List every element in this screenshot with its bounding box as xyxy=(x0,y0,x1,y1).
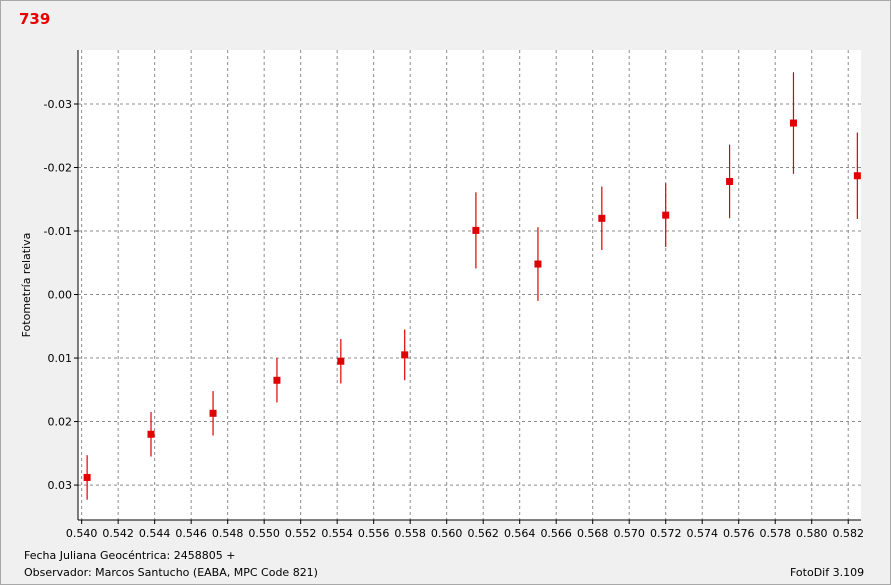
y-tick-label: -0.01 xyxy=(44,225,72,238)
x-tick-label: 0.564 xyxy=(504,527,536,540)
data-point xyxy=(853,172,861,180)
data-point xyxy=(472,226,480,234)
x-tick-label: 0.566 xyxy=(540,527,572,540)
x-tick-label: 0.558 xyxy=(394,527,426,540)
data-point xyxy=(789,119,797,127)
x-tick-label: 0.550 xyxy=(248,527,280,540)
y-tick-label: 0.03 xyxy=(48,479,73,492)
chart-svg: 0.540 0.542 0.544 0.546 0.548 0.550 0.552 0.554… xyxy=(20,50,864,540)
x-tick-label: 0.554 xyxy=(321,527,353,540)
software-label: FotoDif 3.109 xyxy=(790,566,865,579)
x-tick-label: 0.582 xyxy=(832,527,864,540)
y-tick-label: -0.03 xyxy=(44,98,72,111)
y-tick-label: 0.00 xyxy=(48,289,73,302)
data-point xyxy=(273,376,281,384)
x-tick-label: 0.568 xyxy=(577,527,609,540)
x-tick-label: 0.576 xyxy=(723,527,755,540)
y-ticks: -0.03 -0.02 -0.01 0.00 0.01 0.02 0.03 xyxy=(44,98,78,492)
y-tick-label: 0.02 xyxy=(48,416,73,429)
x-tick-label: 0.544 xyxy=(139,527,171,540)
x-tick-label: 0.578 xyxy=(759,527,791,540)
data-point xyxy=(401,351,409,359)
data-point xyxy=(662,211,670,219)
x-ticks: 0.540 0.542 0.544 0.546 0.548 0.550 0.552 0.554… xyxy=(66,520,864,540)
data-point xyxy=(147,430,155,438)
x-tick-label: 0.574 xyxy=(686,527,718,540)
x-axis-label: Fecha Juliana Geocéntrica: 2458805 + xyxy=(24,549,236,562)
data-point xyxy=(337,357,345,365)
x-tick-label: 0.580 xyxy=(796,527,828,540)
x-tick-label: 0.556 xyxy=(358,527,390,540)
y-tick-label: -0.02 xyxy=(44,162,72,175)
x-tick-label: 0.560 xyxy=(431,527,463,540)
plot-area xyxy=(78,50,861,520)
y-axis-label: Fotometría relativa xyxy=(20,233,33,338)
x-tick-label: 0.546 xyxy=(175,527,207,540)
data-point xyxy=(598,214,606,222)
x-tick-label: 0.562 xyxy=(467,527,499,540)
data-point xyxy=(83,473,91,481)
observer-label: Observador: Marcos Santucho (EABA, MPC C… xyxy=(24,566,318,579)
x-tick-label: 0.552 xyxy=(285,527,317,540)
data-point xyxy=(209,409,217,417)
x-tick-label: 0.570 xyxy=(613,527,645,540)
x-tick-label: 0.572 xyxy=(650,527,682,540)
data-point xyxy=(726,177,734,185)
data-point xyxy=(534,260,542,268)
x-tick-label: 0.540 xyxy=(66,527,98,540)
x-tick-label: 0.548 xyxy=(212,527,244,540)
x-tick-label: 0.542 xyxy=(102,527,134,540)
y-tick-label: 0.01 xyxy=(48,352,73,365)
